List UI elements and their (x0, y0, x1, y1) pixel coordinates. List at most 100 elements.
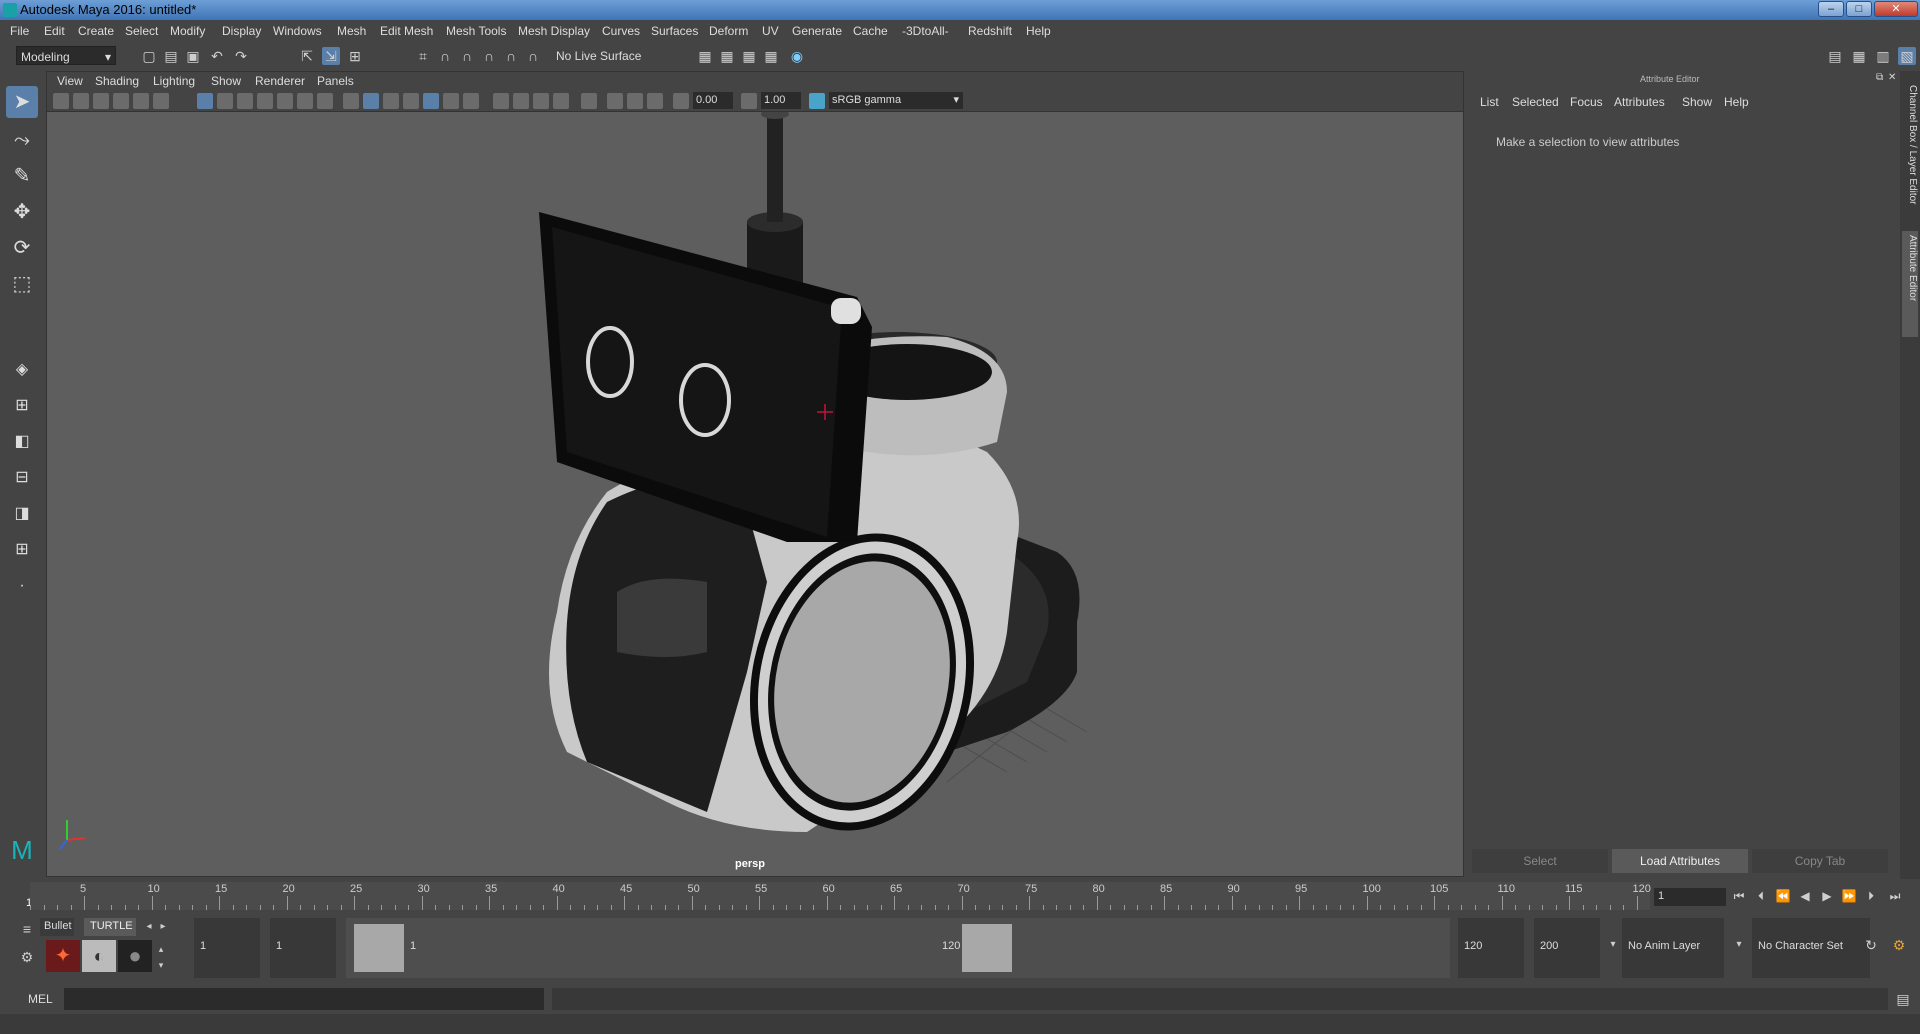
film-gate-icon[interactable] (217, 93, 233, 109)
scale-tool-icon[interactable]: ⬚ (6, 268, 38, 300)
shelf-options-icon[interactable]: ⚙ (18, 948, 36, 966)
viewport-menu-panels[interactable]: Panels (317, 74, 354, 88)
ipr-render-icon[interactable]: ▦ (718, 47, 736, 65)
range-start-handle[interactable] (354, 924, 404, 972)
menu-curves[interactable]: Curves (602, 24, 640, 38)
turtle-shader-shelf-icon[interactable]: ● (118, 940, 152, 972)
turtle-bake-shelf-icon[interactable]: ✦ (46, 940, 80, 972)
step-back-key-icon[interactable]: ⏪ (1774, 887, 1792, 905)
safe-action-icon[interactable] (297, 93, 313, 109)
play-forwards-icon[interactable]: ▶ (1818, 887, 1836, 905)
gamma-icon[interactable] (741, 93, 757, 109)
snap-surface-icon[interactable]: ∩ (524, 47, 542, 65)
menu-select[interactable]: Select (125, 24, 158, 38)
viewport-menu-view[interactable]: View (57, 74, 83, 88)
modeling-toolkit-icon[interactable]: ▤ (1826, 47, 1844, 65)
default-material-icon[interactable] (383, 93, 399, 109)
shelf-scroll-down-icon[interactable]: ▾ (152, 956, 170, 974)
go-to-start-icon[interactable]: ⏮ (1730, 887, 1748, 905)
float-panel-icon[interactable]: ⧉ (1876, 72, 1883, 83)
snap-point-icon[interactable]: ∩ (458, 47, 476, 65)
menu-uv[interactable]: UV (762, 24, 779, 38)
exposure-icon[interactable] (673, 93, 689, 109)
rotate-tool-icon[interactable]: ⟳ (6, 232, 38, 264)
persp-graph-hypergraph-layout-icon[interactable]: ⊞ (6, 534, 38, 566)
animation-start-field[interactable]: 1 (194, 918, 260, 978)
channel-box-toggle-icon[interactable]: ▦ (1850, 47, 1868, 65)
attr-menu-help[interactable]: Help (1724, 95, 1749, 109)
shelf-scroll-right-icon[interactable]: ▸ (154, 918, 172, 936)
viewport-menu-shading[interactable]: Shading (95, 74, 139, 88)
range-slider-track[interactable]: 1 120 (346, 918, 1450, 978)
load-attributes-button[interactable]: Load Attributes (1612, 849, 1748, 873)
animation-end-field[interactable]: 200 (1534, 918, 1600, 978)
animation-preferences-icon[interactable]: ⚙ (1890, 936, 1908, 954)
close-button[interactable]: ✕ (1874, 1, 1918, 17)
play-backwards-icon[interactable]: ◀ (1796, 887, 1814, 905)
grease-pencil-icon[interactable] (133, 93, 149, 109)
single-perspective-layout-icon[interactable]: ◈ (6, 354, 38, 386)
paint-select-tool-icon[interactable]: ✎ (6, 160, 38, 192)
menu-file[interactable]: File (10, 24, 29, 38)
screen-space-ao-icon[interactable] (493, 93, 509, 109)
menu-redshift[interactable]: Redshift (968, 24, 1012, 38)
bookmark-icon[interactable] (93, 93, 109, 109)
xray-joints-icon[interactable] (627, 93, 643, 109)
lasso-tool-icon[interactable]: ⤳ (6, 124, 38, 156)
grid-toggle-icon[interactable] (197, 93, 213, 109)
color-space-dropdown[interactable]: sRGB gamma ▾ (829, 92, 963, 109)
menu-display[interactable]: Display (222, 24, 261, 38)
turtle-render-shelf-icon[interactable]: ◐ (82, 940, 116, 972)
playback-end-field[interactable]: 120 (1458, 918, 1524, 978)
wireframe-on-shaded-icon[interactable] (403, 93, 419, 109)
channel-box-tab[interactable]: Channel Box / Layer Editor (1902, 81, 1918, 231)
image-plane-icon[interactable] (113, 93, 129, 109)
shelf-tab-turtle[interactable]: TURTLE (84, 918, 136, 936)
persp-graph-layout-icon[interactable]: ⊟ (6, 462, 38, 494)
persp-outliner-layout-icon[interactable]: ◧ (6, 426, 38, 458)
smooth-shade-icon[interactable] (363, 93, 379, 109)
current-frame-field[interactable]: 1 (1654, 888, 1726, 906)
step-forward-frame-icon[interactable]: ⏵ (1862, 887, 1880, 905)
snap-view-plane-icon[interactable]: ∩ (480, 47, 498, 65)
range-end-handle[interactable] (962, 924, 1012, 972)
step-back-frame-icon[interactable]: ⏴ (1752, 887, 1770, 905)
chevron-down-icon[interactable]: ▾ (1730, 936, 1748, 954)
menu-surfaces[interactable]: Surfaces (651, 24, 698, 38)
render-frame-icon[interactable]: ▦ (696, 47, 714, 65)
open-scene-icon[interactable]: ▤ (162, 47, 180, 65)
menu-mesh[interactable]: Mesh (337, 24, 366, 38)
menu-deform[interactable]: Deform (709, 24, 748, 38)
viewport-menu-renderer[interactable]: Renderer (255, 74, 305, 88)
menu-windows[interactable]: Windows (273, 24, 322, 38)
close-panel-icon[interactable]: ✕ (1888, 72, 1896, 83)
select-button[interactable]: Select (1472, 849, 1608, 873)
depth-of-field-icon[interactable] (553, 93, 569, 109)
menu-generate[interactable]: Generate (792, 24, 842, 38)
hypershade-icon[interactable]: ▦ (762, 47, 780, 65)
character-set-dropdown[interactable]: No Character Set (1752, 918, 1870, 978)
exposure-field[interactable]: 0.00 (693, 92, 733, 109)
select-by-object-icon[interactable]: ⇲ (322, 47, 340, 65)
menu-mesh-display[interactable]: Mesh Display (518, 24, 590, 38)
select-by-component-icon[interactable]: ⊞ (346, 47, 364, 65)
anim-layer-dropdown[interactable]: No Anim Layer (1622, 918, 1724, 978)
attribute-editor-toggle-icon[interactable]: ▧ (1898, 47, 1916, 65)
maximize-button[interactable]: □ (1846, 1, 1872, 17)
isolate-select-icon[interactable] (581, 93, 597, 109)
minimize-button[interactable]: – (1818, 1, 1844, 17)
camera-attributes-icon[interactable] (73, 93, 89, 109)
menu-edit-mesh[interactable]: Edit Mesh (380, 24, 433, 38)
motion-blur-icon[interactable] (513, 93, 529, 109)
attribute-editor-tab[interactable]: Attribute Editor (1902, 231, 1918, 337)
live-surface-label[interactable]: No Live Surface (556, 49, 641, 63)
xray-icon[interactable] (607, 93, 623, 109)
mode-selector[interactable]: Modeling ▾ (16, 46, 116, 65)
safe-title-icon[interactable] (317, 93, 333, 109)
shelf-menu-icon[interactable]: ≡ (18, 920, 36, 938)
select-by-hierarchy-icon[interactable]: ⇱ (298, 47, 316, 65)
attr-menu-list[interactable]: List (1480, 95, 1499, 109)
viewport-panel[interactable]: View Shading Lighting Show Renderer Pane… (46, 71, 1464, 877)
attr-menu-focus[interactable]: Focus (1570, 95, 1603, 109)
snap-grid-icon[interactable]: ⌗ (414, 47, 432, 65)
